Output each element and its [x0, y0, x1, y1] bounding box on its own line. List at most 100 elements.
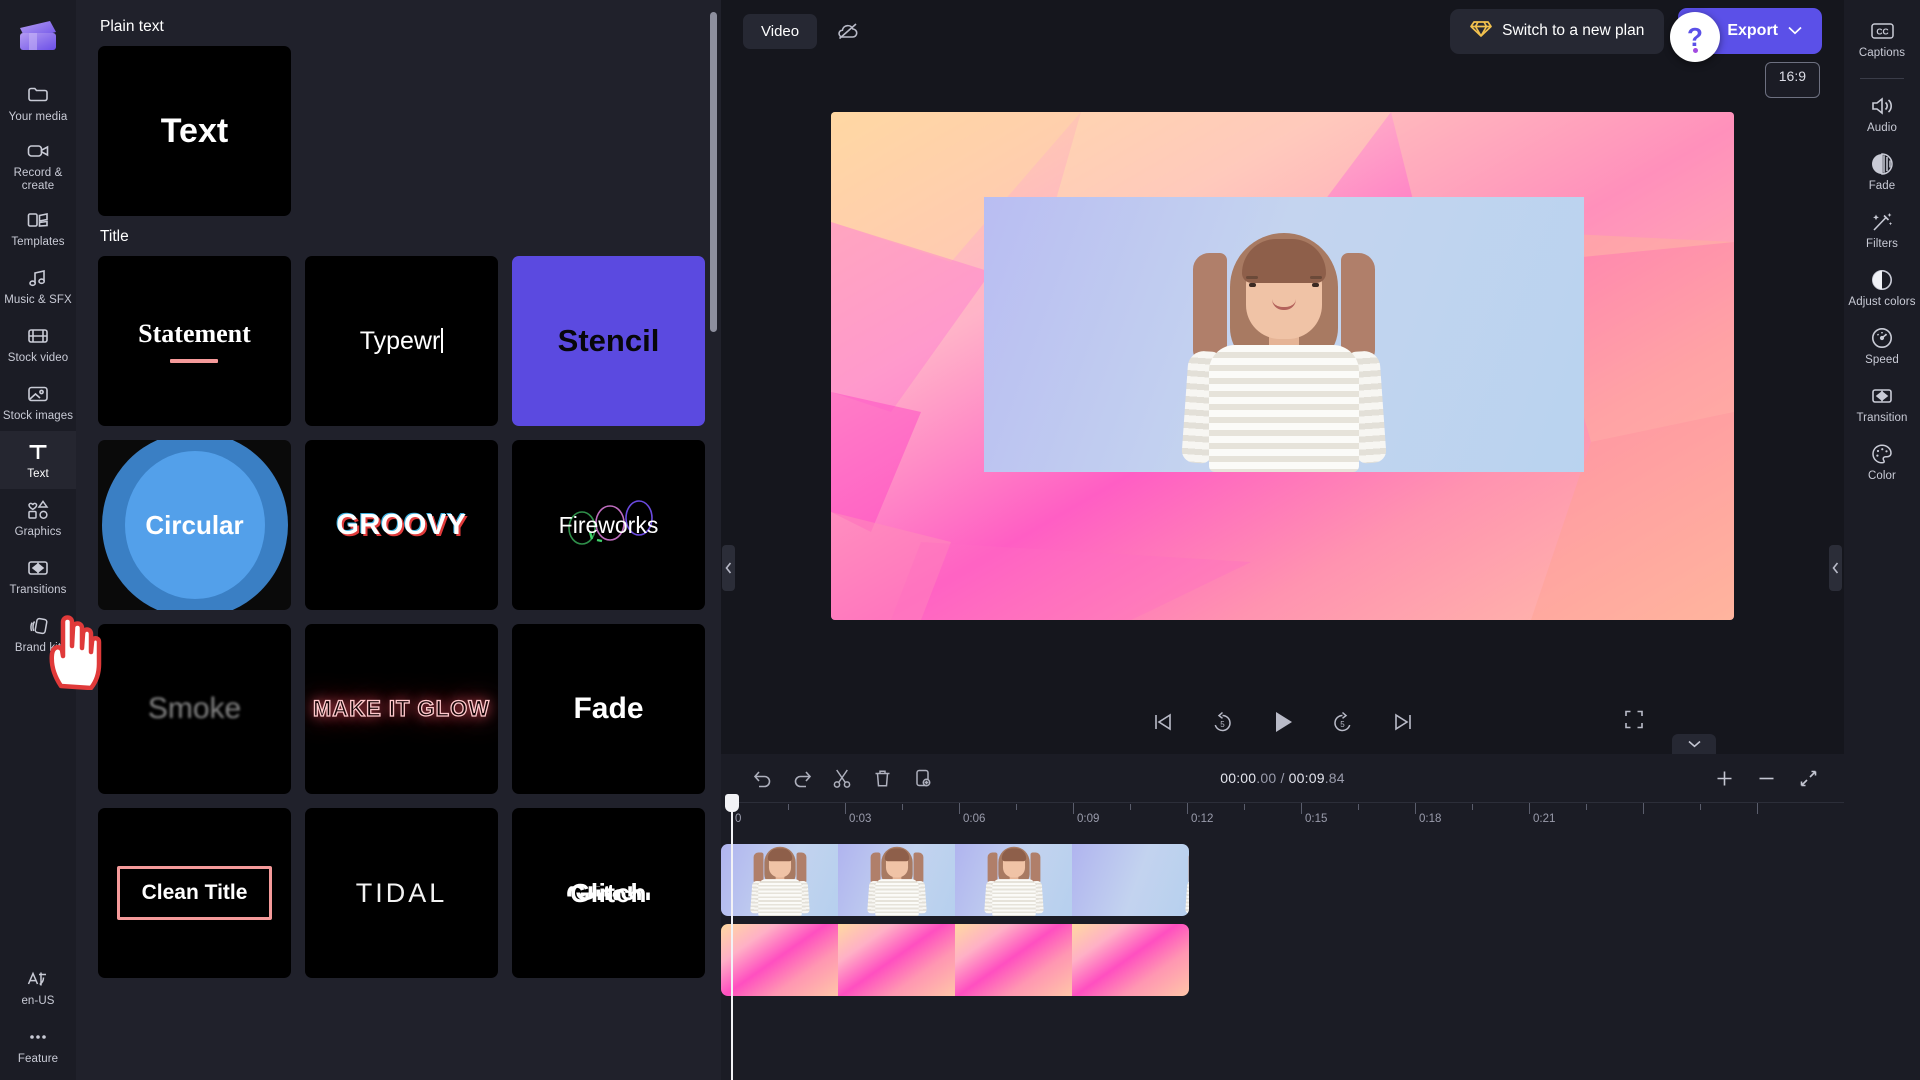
text-template-clean-title[interactable]: Clean Title: [98, 808, 291, 978]
sidebar-item-label: Brand kit: [14, 642, 62, 654]
sidebar-item-transition[interactable]: Transition: [1844, 375, 1920, 433]
rewind-5-button[interactable]: 5: [1208, 707, 1238, 737]
playhead-handle[interactable]: [725, 794, 739, 812]
timeline-playhead[interactable]: [725, 794, 739, 1080]
timeline-clip-background[interactable]: [721, 924, 1189, 996]
more-dots-icon: [25, 1024, 51, 1050]
ruler-tick: [1358, 804, 1359, 810]
text-template-circular[interactable]: Circular: [98, 440, 291, 610]
sidebar-item-music-sfx[interactable]: Music & SFX: [0, 257, 76, 315]
help-button[interactable]: ?: [1670, 12, 1720, 62]
sidebar-divider: [1860, 78, 1904, 79]
left-sidebar: Your media Record & create Templates Mus…: [0, 0, 76, 1080]
switch-plan-label: Switch to a new plan: [1502, 22, 1645, 39]
tab-video[interactable]: Video: [743, 13, 818, 49]
sidebar-item-brand-kit[interactable]: Brand kit: [0, 605, 76, 663]
text-template-typewriter[interactable]: Typewr: [305, 256, 498, 426]
undo-button[interactable]: [745, 761, 779, 795]
sidebar-item-your-media[interactable]: Your media: [0, 74, 76, 132]
aspect-ratio-badge[interactable]: 16:9: [1764, 62, 1820, 98]
sidebar-item-color[interactable]: Color: [1844, 433, 1920, 491]
sidebar-item-label: Audio: [1867, 122, 1897, 134]
collapse-properties-panel-button[interactable]: [1829, 545, 1842, 591]
skip-to-end-button[interactable]: [1388, 707, 1418, 737]
text-template-fireworks[interactable]: Fireworks: [512, 440, 705, 610]
sidebar-item-label: en-US: [21, 995, 55, 1007]
sidebar-item-label: Captions: [1858, 47, 1906, 59]
sidebar-item-feature[interactable]: Feature: [0, 1016, 76, 1074]
help-notification-dot: [1692, 48, 1698, 53]
properties-sidebar: CC Captions Audio Fade Filters Adjust co…: [1844, 0, 1920, 1080]
sidebar-item-stock-video[interactable]: Stock video: [0, 315, 76, 373]
sidebar-item-filters[interactable]: Filters: [1844, 201, 1920, 259]
timecode-separator: /: [1276, 770, 1289, 786]
sidebar-item-language[interactable]: en-US: [0, 958, 76, 1016]
text-template-smoke[interactable]: Smoke: [98, 624, 291, 794]
ruler-tick: [1700, 804, 1701, 810]
play-icon: [1275, 712, 1292, 732]
clip-thumbnail: [838, 924, 955, 996]
text-template-plain-text[interactable]: Text: [98, 46, 291, 216]
sidebar-item-captions[interactable]: CC Captions: [1844, 10, 1920, 68]
sidebar-item-adjust-colors[interactable]: Adjust colors: [1844, 259, 1920, 317]
split-button[interactable]: [825, 761, 859, 795]
timeline-ruler[interactable]: 0 0:03 0:06 0:09 0:12 0:15 0:18 0:21: [731, 802, 1844, 830]
text-template-stencil[interactable]: Stencil: [512, 256, 705, 426]
sidebar-item-transitions[interactable]: Transitions: [0, 547, 76, 605]
delete-button[interactable]: [865, 761, 899, 795]
sidebar-item-label: Music & SFX: [4, 294, 72, 306]
section-heading-plain-text: Plain text: [100, 18, 164, 35]
collapse-timeline-button[interactable]: [1672, 734, 1716, 754]
skip-to-start-button[interactable]: [1148, 707, 1178, 737]
text-template-tidal[interactable]: TIDAL: [305, 808, 498, 978]
speedometer-icon: [1869, 325, 1895, 351]
sidebar-item-label: Speed: [1865, 354, 1899, 366]
ruler-label: 0:03: [849, 813, 872, 825]
ruler-tick: [1586, 804, 1587, 810]
rewind-5-icon: 5: [1214, 711, 1231, 731]
collapse-library-panel-button[interactable]: [722, 545, 735, 591]
chevron-left-icon: [725, 562, 732, 574]
clipchamp-logo[interactable]: [16, 14, 60, 58]
svg-text:5: 5: [1220, 720, 1225, 729]
duplicate-button[interactable]: [905, 761, 939, 795]
video-preview-canvas[interactable]: [831, 112, 1734, 620]
text-template-groovy[interactable]: GROOVY: [305, 440, 498, 610]
ruler-tick: [1472, 804, 1473, 810]
switch-plan-button[interactable]: Switch to a new plan: [1450, 8, 1665, 54]
forward-5-button[interactable]: 5: [1328, 707, 1358, 737]
text-template-make-it-glow[interactable]: MAKE IT GLOW: [305, 624, 498, 794]
ruler-label: 0:21: [1533, 813, 1556, 825]
sidebar-item-templates[interactable]: Templates: [0, 199, 76, 257]
sidebar-item-text[interactable]: Text: [0, 431, 76, 489]
cloud-off-icon[interactable]: [831, 14, 865, 48]
transition-icon: [1869, 383, 1895, 409]
template-label: Typewr: [359, 326, 441, 355]
sidebar-item-fade[interactable]: Fade: [1844, 143, 1920, 201]
fit-to-screen-button[interactable]: [1796, 766, 1820, 790]
redo-button[interactable]: [785, 761, 819, 795]
text-template-statement[interactable]: Statement: [98, 256, 291, 426]
clipchamp-editor: Your media Record & create Templates Mus…: [0, 0, 1920, 1080]
section-heading-title: Title: [100, 228, 129, 245]
clip-thumbnail: [721, 924, 838, 996]
sidebar-item-speed[interactable]: Speed: [1844, 317, 1920, 375]
text-template-fade[interactable]: Fade: [512, 624, 705, 794]
sidebar-item-graphics[interactable]: Graphics: [0, 489, 76, 547]
fullscreen-button[interactable]: [1624, 710, 1644, 735]
clip-thumbnail: [838, 844, 955, 916]
play-button[interactable]: [1268, 707, 1298, 737]
sidebar-item-audio[interactable]: Audio: [1844, 85, 1920, 143]
zoom-in-button[interactable]: [1712, 766, 1736, 790]
sidebar-item-stock-images[interactable]: Stock images: [0, 373, 76, 431]
timeline-clip-video[interactable]: [721, 844, 1189, 916]
ruler-label: 0:06: [963, 813, 986, 825]
library-scrollbar-thumb[interactable]: [710, 12, 717, 332]
sidebar-item-record-create[interactable]: Record & create: [0, 132, 76, 199]
text-template-glitch[interactable]: Glitch Glitch Glitch: [512, 808, 705, 978]
zoom-out-button[interactable]: [1754, 766, 1778, 790]
ruler-tick: [1016, 804, 1017, 810]
sidebar-item-label: Feature: [17, 1053, 59, 1065]
contrast-icon: [1869, 267, 1895, 293]
ruler-tick: [1187, 803, 1188, 814]
